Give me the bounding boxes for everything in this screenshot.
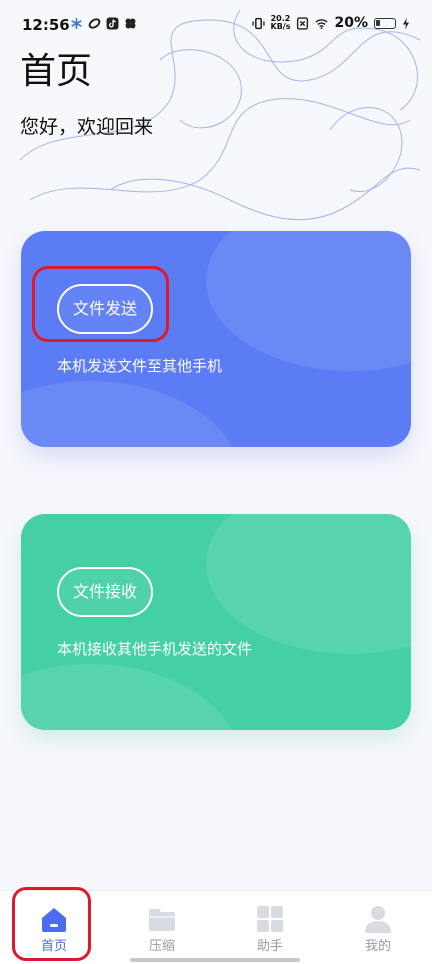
card-decoration	[206, 231, 411, 371]
card-decoration	[206, 514, 411, 654]
clover-icon	[125, 18, 136, 29]
greeting-text: 您好，欢迎回来	[20, 116, 154, 138]
home-indicator[interactable]	[130, 958, 300, 962]
vibrate-icon	[251, 17, 265, 29]
receive-file-description: 本机接收其他手机发送的文件	[57, 640, 253, 658]
send-button-highlight	[32, 266, 169, 342]
network-speed: 20.2 KB/s	[271, 15, 291, 31]
notification-icons	[70, 17, 137, 30]
snowflake-icon	[71, 18, 82, 29]
card-decoration	[21, 381, 241, 447]
no-sim-icon	[297, 16, 309, 30]
link-icon	[88, 18, 101, 29]
battery-icon	[374, 17, 396, 29]
page-title: 首页	[20, 51, 93, 92]
tab-profile[interactable]: 我的	[324, 891, 432, 964]
battery-percent: 20%	[334, 15, 368, 31]
grid-icon	[257, 906, 283, 932]
receive-file-button[interactable]: 文件接收	[57, 567, 154, 617]
folder-icon	[149, 909, 175, 931]
card-decoration	[21, 664, 241, 730]
home-tab-highlight	[12, 887, 91, 961]
status-time: 12:56	[22, 16, 70, 34]
tab-profile-label: 我的	[364, 939, 391, 954]
send-file-description: 本机发送文件至其他手机	[57, 357, 223, 375]
tab-assistant-label: 助手	[256, 939, 283, 954]
tab-compress[interactable]: 压缩	[108, 891, 216, 964]
person-icon	[365, 906, 391, 933]
system-indicators: 20.2 KB/s 20%	[251, 15, 411, 31]
tab-compress-label: 压缩	[148, 939, 175, 954]
network-speed-unit: KB/s	[270, 22, 291, 31]
receive-file-card[interactable]: 文件接收 本机接收其他手机发送的文件	[21, 514, 411, 730]
charging-icon	[403, 17, 409, 29]
tab-assistant[interactable]: 助手	[216, 891, 324, 964]
tiktok-icon	[106, 17, 119, 30]
wifi-icon	[315, 18, 329, 29]
